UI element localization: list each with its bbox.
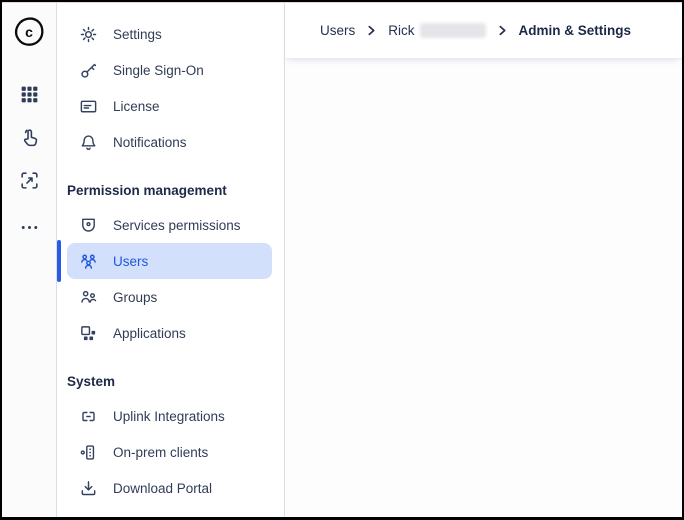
sidebar-item-settings[interactable]: Settings <box>67 16 272 52</box>
sidebar-item-license[interactable]: License <box>67 88 272 124</box>
sidebar-item-single-sign-on[interactable]: Single Sign-On <box>67 52 272 88</box>
sidebar-item-users[interactable]: Users <box>57 240 272 282</box>
sidebar-item-label: Services permissions <box>113 217 241 233</box>
main-content <box>285 59 682 517</box>
app-squares-icon <box>81 325 96 340</box>
breadcrumb-user-first-name: Rick <box>388 22 415 38</box>
section-title-permission-management: Permission management <box>67 182 227 198</box>
icon-rail: c <box>2 2 57 517</box>
sidebar-item-on-prem-clients[interactable]: On-prem clients <box>67 434 272 470</box>
sidebar-item-label: Groups <box>113 289 158 305</box>
app-window: c Settings Single Sign-On License Notifi… <box>0 0 684 520</box>
sidebar-item-label: Notifications <box>113 134 187 150</box>
sidebar-item-label: Settings <box>113 26 162 42</box>
sidebar-item-label: License <box>113 98 160 114</box>
settings-sidebar: Settings Single Sign-On License Notifica… <box>57 2 285 517</box>
breadcrumb: Users Rick Admin & Settings <box>285 2 682 59</box>
main-area: Users Rick Admin & Settings <box>285 2 682 517</box>
sidebar-item-label: On-prem clients <box>113 444 209 460</box>
bell-icon <box>81 134 96 150</box>
sidebar-item-groups[interactable]: Groups <box>67 279 272 315</box>
sidebar-item-services-permissions[interactable]: Services permissions <box>67 207 272 243</box>
users-three-icon <box>81 254 96 269</box>
sidebar-item-download-portal[interactable]: Download Portal <box>67 470 272 506</box>
client-tower-icon <box>80 444 95 460</box>
touch-pointer-icon[interactable] <box>18 126 40 148</box>
chevron-right-icon <box>497 25 508 36</box>
logo-letter: c <box>25 24 33 40</box>
sidebar-item-label: Single Sign-On <box>113 62 204 78</box>
breadcrumb-current-admin-settings: Admin & Settings <box>518 22 632 38</box>
sidebar-item-applications[interactable]: Applications <box>67 315 272 351</box>
sidebar-item-partial[interactable] <box>67 513 272 517</box>
users-two-icon <box>81 290 97 303</box>
sidebar-item-label: Uplink Integrations <box>113 408 225 424</box>
redacted-user-name <box>419 22 486 38</box>
sidebar-item-label: Applications <box>113 325 186 341</box>
more-dots-icon[interactable] <box>18 216 40 238</box>
chevron-right-icon <box>366 25 377 36</box>
sidebar-item-notifications[interactable]: Notifications <box>67 124 272 160</box>
license-card-icon <box>80 100 97 112</box>
sidebar-item-uplink-integrations[interactable]: Uplink Integrations <box>67 398 272 434</box>
key-icon <box>81 63 97 78</box>
download-icon <box>81 480 96 495</box>
apps-grid-icon[interactable] <box>18 83 40 105</box>
section-title-system: System <box>67 373 116 389</box>
screen-expand-icon[interactable] <box>18 169 40 191</box>
top-accent-line <box>2 2 682 3</box>
cato-logo[interactable]: c <box>10 12 48 52</box>
gear-icon <box>80 26 97 42</box>
breadcrumb-user[interactable]: Rick <box>388 22 486 38</box>
sidebar-item-label: Download Portal <box>113 480 213 496</box>
breadcrumb-users[interactable]: Users <box>320 23 355 38</box>
chain-link-icon <box>82 411 95 421</box>
shield-dot-icon <box>82 218 95 232</box>
sidebar-item-label: Users <box>113 253 149 269</box>
